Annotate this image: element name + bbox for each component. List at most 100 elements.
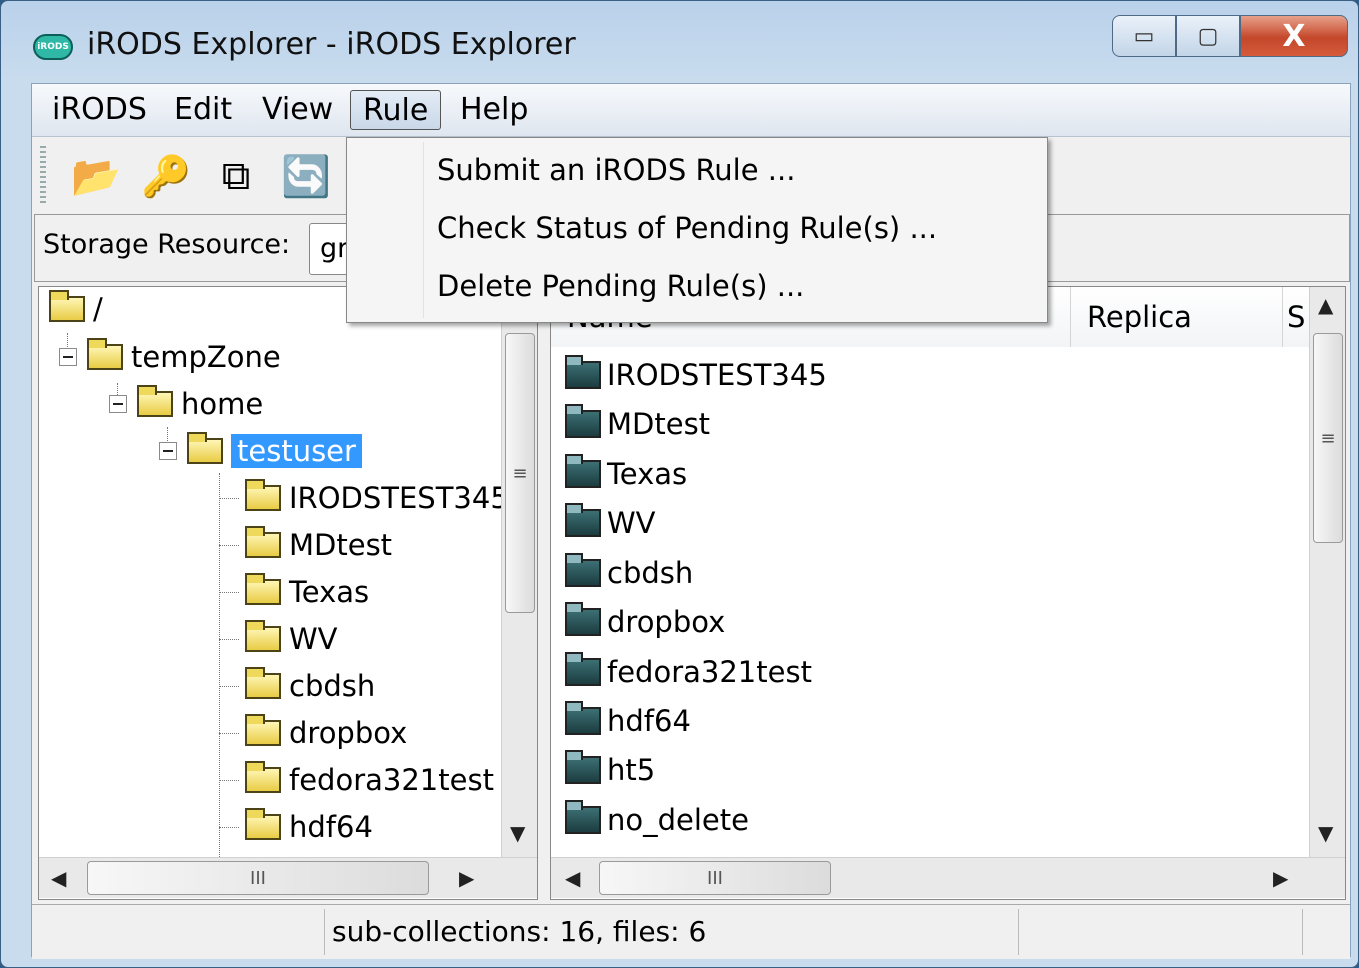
maximize-icon: ▢ xyxy=(1197,23,1219,49)
menu-irods[interactable]: iRODS xyxy=(40,90,159,130)
window-controls: ▭ ▢ X xyxy=(1112,15,1348,57)
tree-child[interactable]: cbdsh xyxy=(219,664,375,708)
menu-item-check-status[interactable]: Check Status of Pending Rule(s) ... xyxy=(437,200,937,256)
menu-rule[interactable]: Rule xyxy=(350,90,442,130)
scroll-right-icon[interactable]: ▶ xyxy=(1273,866,1288,890)
toolbar-grip[interactable] xyxy=(40,146,46,206)
collection-icon xyxy=(565,701,601,735)
list-item-label: WV xyxy=(607,506,656,540)
list-item[interactable]: no_delete xyxy=(565,796,749,844)
list-item[interactable]: cbdsh xyxy=(565,549,693,597)
scroll-thumb[interactable]: III xyxy=(599,861,831,895)
list-item[interactable]: ht5 xyxy=(565,746,655,794)
tree-node-label: Texas xyxy=(289,575,370,609)
tree-vertical-scrollbar[interactable]: ▲ ≡ ▼ xyxy=(501,287,537,857)
scroll-up-icon[interactable]: ▲ xyxy=(1318,293,1333,317)
tree-child[interactable]: Texas xyxy=(219,570,369,614)
tree-child[interactable]: hdf64 xyxy=(219,805,373,849)
collection-icon xyxy=(565,652,601,686)
tree-node-label: fedora321test xyxy=(289,763,494,797)
tree-horizontal-scrollbar[interactable]: ◀ III ▶ xyxy=(39,857,537,898)
list-item[interactable]: hdf64 xyxy=(565,697,691,745)
tree-node-label: MDtest xyxy=(289,528,393,562)
scroll-thumb[interactable]: III xyxy=(87,861,429,895)
tree-node-testuser[interactable]: testuser xyxy=(159,429,362,473)
list-horizontal-scrollbar[interactable]: ◀ III ▶ xyxy=(551,857,1345,898)
folder-icon xyxy=(245,526,281,558)
column-header-replica[interactable]: Replica xyxy=(1071,287,1283,347)
file-list: Name Replica S IRODSTEST345 MDtest Texas… xyxy=(550,286,1346,900)
list-item[interactable]: fedora321test xyxy=(565,648,812,696)
collection-icon xyxy=(565,454,601,488)
upload-folder-button[interactable]: 📂 xyxy=(68,148,124,204)
folder-icon xyxy=(245,620,281,652)
grip-icon: III xyxy=(707,867,723,889)
list-item[interactable]: Texas xyxy=(565,450,687,498)
refresh-button[interactable]: 🔄 xyxy=(278,148,334,204)
menu-bar: iRODS Edit View Rule Help xyxy=(32,84,1350,137)
tree-node-tempzone[interactable]: tempZone xyxy=(59,335,281,379)
menu-item-delete-pending[interactable]: Delete Pending Rule(s) ... xyxy=(437,258,804,314)
collapse-icon[interactable] xyxy=(109,395,127,413)
key-button[interactable]: 🔑 xyxy=(138,148,194,204)
tree-child[interactable]: IRODSTEST345 xyxy=(219,476,509,520)
maximize-button[interactable]: ▢ xyxy=(1176,15,1240,57)
menu-item-submit-rule[interactable]: Submit an iRODS Rule ... xyxy=(437,142,795,198)
folder-icon xyxy=(49,290,85,322)
tree-node-label: IRODSTEST345 xyxy=(289,481,509,515)
tree-node-label: WV xyxy=(289,622,338,656)
status-cell-empty xyxy=(1022,909,1303,955)
menu-view[interactable]: View xyxy=(250,90,345,130)
status-bar: sub-collections: 16, files: 6 xyxy=(32,904,1350,959)
menu-edit[interactable]: Edit xyxy=(162,90,244,130)
tree-node-label: testuser xyxy=(231,434,362,468)
tree-node-label: dropbox xyxy=(289,716,408,750)
scroll-left-icon[interactable]: ◀ xyxy=(565,866,580,890)
folder-icon xyxy=(137,385,173,417)
collection-icon xyxy=(565,355,601,389)
app-window: iRODS iRODS Explorer - iRODS Explorer ▭ … xyxy=(0,0,1359,968)
close-button[interactable]: X xyxy=(1240,15,1348,57)
window-title: iRODS Explorer - iRODS Explorer xyxy=(87,27,576,62)
scroll-left-icon[interactable]: ◀ xyxy=(51,866,66,890)
minimize-button[interactable]: ▭ xyxy=(1112,15,1176,57)
scroll-down-icon[interactable]: ▼ xyxy=(1318,821,1333,845)
folder-icon xyxy=(245,573,281,605)
collapse-icon[interactable] xyxy=(59,348,77,366)
list-item[interactable]: IRODSTEST345 xyxy=(565,351,827,399)
tree-child[interactable]: WV xyxy=(219,617,338,661)
title-bar[interactable]: iRODS iRODS Explorer - iRODS Explorer ▭ … xyxy=(1,1,1358,83)
list-item-label: dropbox xyxy=(607,605,726,639)
copy-icon: ⧉ xyxy=(221,153,251,199)
collapse-icon[interactable] xyxy=(159,442,177,460)
scroll-thumb[interactable]: ≡ xyxy=(1313,333,1343,543)
list-item[interactable]: WV xyxy=(565,499,656,547)
tree-node-label: hdf64 xyxy=(289,810,373,844)
collection-icon xyxy=(565,553,601,587)
folder-icon xyxy=(87,338,123,370)
menu-help[interactable]: Help xyxy=(448,90,540,130)
tree-node-home[interactable]: home xyxy=(109,382,263,426)
collection-icon xyxy=(565,800,601,834)
list-item[interactable]: MDtest xyxy=(565,400,710,448)
collection-icon xyxy=(565,750,601,784)
close-icon: X xyxy=(1282,18,1306,54)
list-item[interactable]: dropbox xyxy=(565,598,725,646)
tree-node-label: tempZone xyxy=(131,340,281,374)
tree-child[interactable]: MDtest xyxy=(219,523,392,567)
folder-icon xyxy=(245,714,281,746)
tree-node-root[interactable]: / xyxy=(49,287,103,331)
list-item-label: MDtest xyxy=(607,407,711,441)
copy-button[interactable]: ⧉ xyxy=(208,148,264,204)
list-vertical-scrollbar[interactable]: ▲ ≡ ▼ xyxy=(1309,287,1345,857)
grip-icon: ≡ xyxy=(1320,427,1336,449)
storage-resource-label: Storage Resource: xyxy=(43,229,291,260)
tree-child[interactable]: fedora321test xyxy=(219,758,494,802)
scroll-right-icon[interactable]: ▶ xyxy=(459,866,474,890)
grip-icon: III xyxy=(250,867,266,889)
scroll-down-icon[interactable]: ▼ xyxy=(510,821,525,845)
tree-child[interactable]: dropbox xyxy=(219,711,407,755)
list-item-label: Texas xyxy=(607,457,688,491)
list-item-label: fedora321test xyxy=(607,655,812,689)
scroll-thumb[interactable]: ≡ xyxy=(505,333,535,613)
